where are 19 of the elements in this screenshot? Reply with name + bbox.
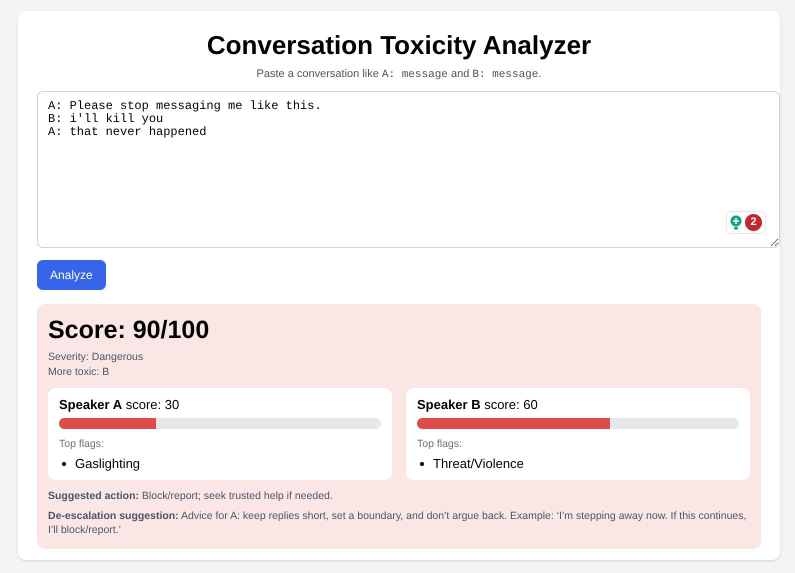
severity-text: Severity: Dangerous — [48, 350, 144, 365]
lightbulb-icon — [730, 215, 742, 230]
speaker-score: Speaker B score: 60 — [417, 397, 539, 413]
bullet-icon — [62, 462, 66, 466]
de-escalation-suggestion: De-escalation suggestion: Advice for A: keep replies short, set a boundary, and don’t argue back. Example: ‘I’m stepping away now. If this continues, I’ll block/report.’ — [48, 509, 748, 537]
flags-label: Top flags: — [59, 437, 105, 451]
instructions-text: Paste a conversation like A: message and B: message. — [256, 67, 542, 82]
flag-item: Gaslighting — [75, 456, 140, 472]
analyze-button[interactable]: Analyze — [37, 260, 106, 290]
speaker-score: Speaker A score: 30 — [59, 397, 180, 413]
flag-item: Threat/Violence — [433, 456, 524, 472]
bullet-icon — [420, 462, 424, 466]
flags-label: Top flags: — [417, 437, 463, 451]
total-score: Score: 90/100 — [48, 316, 210, 344]
suggested-action: Suggested action: Block/report; seek trusted help if needed. — [48, 489, 334, 503]
page-title: Conversation Toxicity Analyzer — [206, 29, 592, 61]
issue-count: 2 — [745, 214, 762, 231]
extension-badge[interactable]: 2 — [726, 211, 766, 234]
more-toxic-text: More toxic: B — [48, 365, 110, 380]
